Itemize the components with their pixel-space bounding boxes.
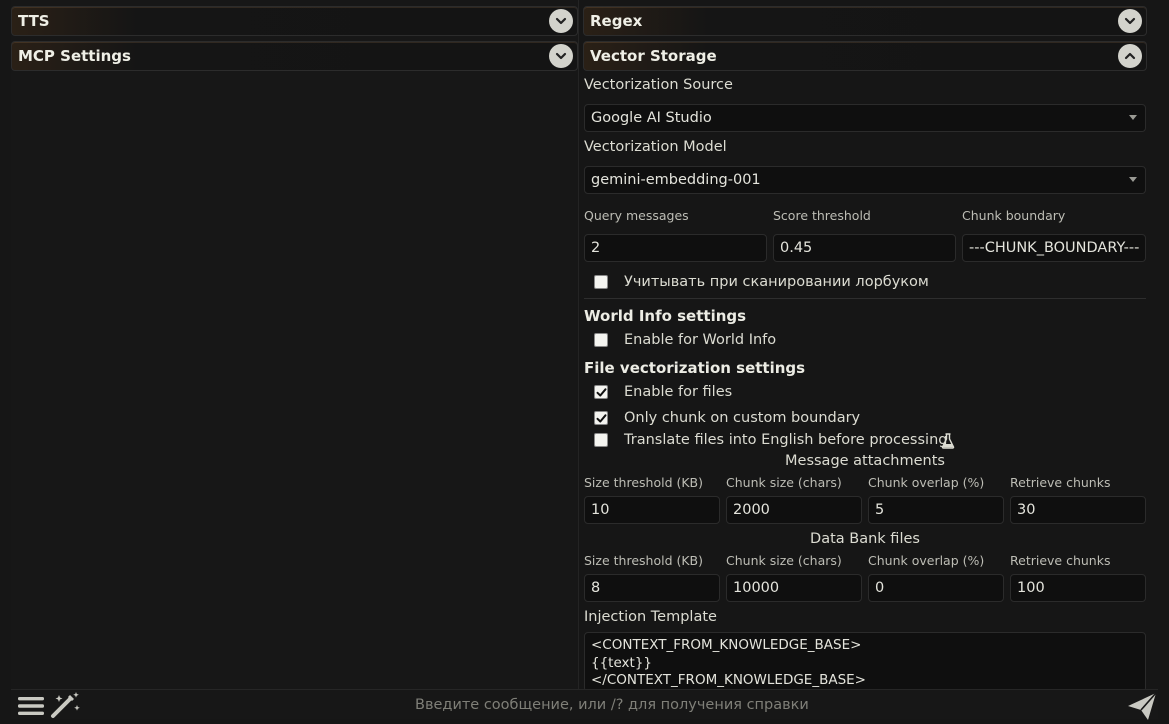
message-attachments-heading: Message attachments bbox=[785, 453, 945, 469]
vectorization-source-label: Vectorization Source bbox=[584, 77, 733, 93]
divider bbox=[584, 298, 1146, 299]
drawer-title: MCP Settings bbox=[18, 47, 131, 65]
dropdown-arrow-icon bbox=[1129, 177, 1137, 182]
files-enable-checkbox[interactable] bbox=[594, 385, 608, 399]
dropdown-arrow-icon bbox=[1129, 115, 1137, 120]
score-threshold-label: Score threshold bbox=[773, 208, 871, 223]
menu-icon[interactable] bbox=[17, 693, 45, 719]
drawer-mcp-settings[interactable]: MCP Settings bbox=[11, 41, 578, 71]
ma-chunk-overlap-input[interactable]: 5 bbox=[868, 496, 1004, 524]
ma-size-threshold-input[interactable]: 10 bbox=[584, 496, 720, 524]
file-vectorization-heading: File vectorization settings bbox=[584, 359, 806, 377]
magic-wand-icon[interactable] bbox=[50, 691, 82, 719]
injection-template-textarea[interactable]: <CONTEXT_FROM_KNOWLEDGE_BASE> {{text}} <… bbox=[584, 632, 1146, 692]
chevron-down-icon[interactable] bbox=[1118, 9, 1142, 33]
query-messages-label: Query messages bbox=[584, 208, 689, 223]
world-info-checkbox[interactable] bbox=[594, 333, 608, 347]
drawer-vector-storage[interactable]: Vector Storage bbox=[583, 41, 1147, 71]
chevron-down-icon[interactable] bbox=[549, 44, 573, 68]
db-size-threshold-input[interactable]: 8 bbox=[584, 574, 720, 602]
chevron-up-icon[interactable] bbox=[1118, 44, 1142, 68]
check-icon bbox=[596, 413, 606, 422]
db-chunk-size-input[interactable]: 10000 bbox=[726, 574, 862, 602]
lorebook-label: Учитывать при сканировании лорбуком bbox=[624, 274, 929, 290]
db-chunk-overlap-label: Chunk overlap (%) bbox=[868, 553, 985, 568]
custom-boundary-checkbox[interactable] bbox=[594, 411, 608, 425]
db-chunk-overlap-input[interactable]: 0 bbox=[868, 574, 1004, 602]
chat-input-placeholder[interactable]: Введите сообщение, или /? для получения … bbox=[415, 697, 809, 713]
db-chunk-size-label: Chunk size (chars) bbox=[726, 553, 842, 568]
send-icon[interactable] bbox=[1126, 690, 1158, 720]
ma-chunk-size-label: Chunk size (chars) bbox=[726, 475, 842, 490]
right-panel: Regex Vector Storage Vectorization Sourc… bbox=[583, 0, 1147, 692]
chunk-boundary-input[interactable]: ---CHUNK_BOUNDARY--- bbox=[962, 234, 1146, 262]
vectorization-source-select[interactable]: Google AI Studio bbox=[584, 104, 1146, 132]
drawer-regex[interactable]: Regex bbox=[583, 6, 1147, 36]
world-info-enable-label: Enable for World Info bbox=[624, 332, 777, 348]
ma-retrieve-chunks-label: Retrieve chunks bbox=[1010, 475, 1111, 490]
custom-boundary-label: Only chunk on custom boundary bbox=[624, 410, 861, 426]
select-value: Google AI Studio bbox=[591, 110, 712, 126]
translate-label: Translate files into English before proc… bbox=[624, 432, 948, 448]
ma-chunk-size-input[interactable]: 2000 bbox=[726, 496, 862, 524]
flask-icon bbox=[941, 433, 955, 449]
db-retrieve-chunks-input[interactable]: 100 bbox=[1010, 574, 1146, 602]
db-retrieve-chunks-label: Retrieve chunks bbox=[1010, 553, 1111, 568]
chevron-down-icon[interactable] bbox=[549, 9, 573, 33]
files-enable-label: Enable for files bbox=[624, 384, 733, 400]
lorebook-checkbox[interactable] bbox=[594, 275, 608, 289]
left-panel: TTS MCP Settings bbox=[11, 0, 579, 719]
score-threshold-input[interactable]: 0.45 bbox=[773, 234, 956, 262]
injection-template-label: Injection Template bbox=[584, 609, 717, 625]
ma-chunk-overlap-label: Chunk overlap (%) bbox=[868, 475, 985, 490]
translate-checkbox[interactable] bbox=[594, 433, 608, 447]
vectorization-model-select[interactable]: gemini-embedding-001 bbox=[584, 166, 1146, 194]
drawer-title: TTS bbox=[18, 12, 50, 30]
drawer-title: Regex bbox=[590, 12, 643, 30]
chunk-boundary-label: Chunk boundary bbox=[962, 208, 1066, 223]
ma-size-threshold-label: Size threshold (KB) bbox=[584, 475, 704, 490]
chat-input-bar: Введите сообщение, или /? для получения … bbox=[11, 689, 1158, 720]
drawer-title: Vector Storage bbox=[590, 47, 717, 65]
check-icon bbox=[596, 387, 606, 396]
world-info-heading: World Info settings bbox=[584, 307, 747, 325]
db-size-threshold-label: Size threshold (KB) bbox=[584, 553, 704, 568]
vectorization-model-label: Vectorization Model bbox=[584, 139, 727, 155]
data-bank-heading: Data Bank files bbox=[810, 531, 920, 547]
ma-retrieve-chunks-input[interactable]: 30 bbox=[1010, 496, 1146, 524]
select-value: gemini-embedding-001 bbox=[591, 172, 761, 188]
query-messages-input[interactable]: 2 bbox=[584, 234, 767, 262]
drawer-tts[interactable]: TTS bbox=[11, 6, 578, 36]
